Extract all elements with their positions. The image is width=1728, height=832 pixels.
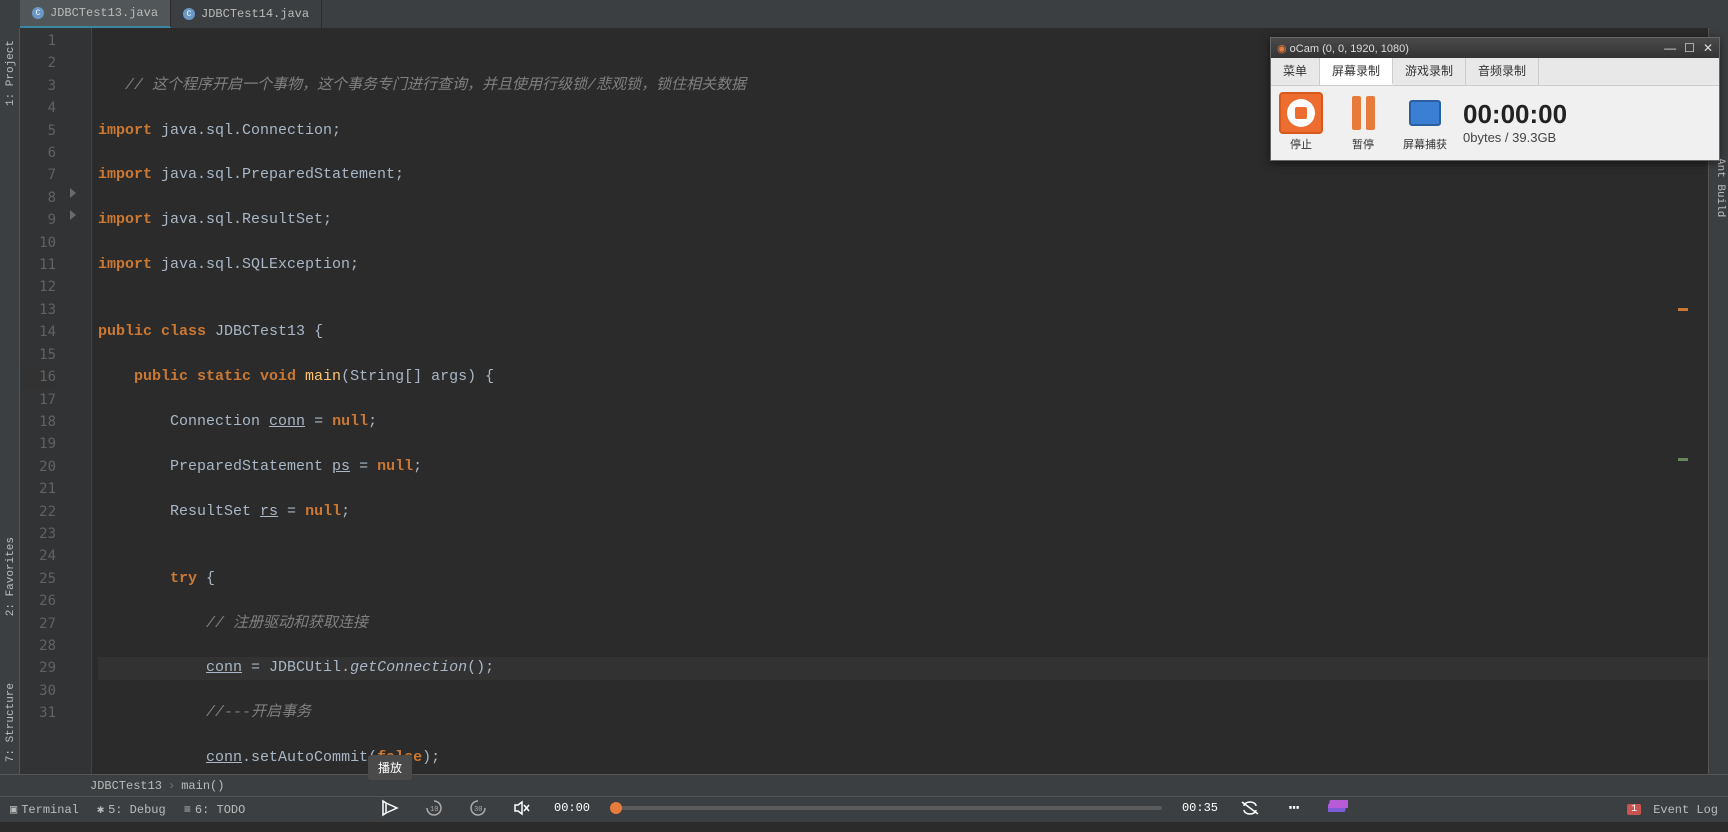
loop-button[interactable] <box>1238 796 1262 820</box>
mute-button[interactable] <box>510 796 534 820</box>
favorites-panel-tab[interactable]: 2: Favorites <box>3 529 19 624</box>
fold-icon[interactable] <box>70 210 76 220</box>
ocam-tab-audio[interactable]: 音频录制 <box>1466 58 1539 85</box>
time-current: 00:00 <box>554 801 590 815</box>
ocam-capture-button[interactable]: 屏幕捕获 <box>1401 90 1449 154</box>
ocam-stop-button[interactable]: 停止 <box>1277 90 1325 154</box>
ocam-titlebar[interactable]: ◉ oCam (0, 0, 1920, 1080) — ☐ ✕ <box>1271 38 1719 58</box>
maximize-icon[interactable]: ☐ <box>1684 41 1695 55</box>
project-panel-tab[interactable]: 1: Project <box>3 32 19 114</box>
progress-thumb[interactable] <box>610 802 622 814</box>
ocam-stop-label: 停止 <box>1290 136 1312 152</box>
ocam-pause-label: 暂停 <box>1352 136 1374 152</box>
time-total: 00:35 <box>1182 801 1218 815</box>
ocam-timer: 00:00:00 0bytes / 39.3GB <box>1463 99 1567 145</box>
ocam-tab-screen[interactable]: 屏幕录制 <box>1320 58 1393 85</box>
minimize-icon[interactable]: — <box>1664 41 1676 55</box>
close-icon[interactable]: ✕ <box>1703 41 1713 55</box>
tab-jdbctest14[interactable]: C JDBCTest14.java <box>171 0 322 28</box>
left-tool-strip: 1: Project 2: Favorites 7: Structure <box>0 28 20 774</box>
editor-tabs: C JDBCTest13.java C JDBCTest14.java <box>0 0 1728 28</box>
ocam-tabs: 菜单 屏幕录制 游戏录制 音频录制 <box>1271 58 1719 86</box>
video-controls: 10 30 00:00 00:35 ⋯ <box>362 784 1366 832</box>
fold-gutter <box>66 28 92 774</box>
svg-text:30: 30 <box>474 806 482 814</box>
progress-bar[interactable] <box>610 806 1162 810</box>
terminal-tab[interactable]: ▣ Terminal <box>10 802 79 817</box>
rewind-10-button[interactable]: 10 <box>422 796 446 820</box>
breadcrumb-class[interactable]: JDBCTest13 <box>90 779 162 793</box>
tab-label: JDBCTest14.java <box>201 7 309 21</box>
ocam-tab-menu[interactable]: 菜单 <box>1271 58 1320 85</box>
ocam-pause-button[interactable]: 暂停 <box>1339 90 1387 154</box>
ocam-tab-game[interactable]: 游戏录制 <box>1393 58 1466 85</box>
screen-icon <box>1403 92 1447 134</box>
ocam-capture-label: 屏幕捕获 <box>1403 136 1447 152</box>
ocam-window[interactable]: ◉ oCam (0, 0, 1920, 1080) — ☐ ✕ 菜单 屏幕录制 … <box>1270 37 1720 161</box>
breadcrumb-separator: › <box>168 779 175 793</box>
app-icon[interactable] <box>1326 796 1350 820</box>
play-button[interactable] <box>378 796 402 820</box>
forward-30-button[interactable]: 30 <box>466 796 490 820</box>
event-count-badge: 1 <box>1627 804 1641 815</box>
fold-icon[interactable] <box>70 188 76 198</box>
tab-jdbctest13[interactable]: C JDBCTest13.java <box>20 0 171 28</box>
todo-tab[interactable]: ≡ 6: TODO <box>184 802 246 817</box>
structure-panel-tab[interactable]: 7: Structure <box>3 675 19 770</box>
pause-icon <box>1341 92 1385 134</box>
java-file-icon: C <box>183 8 195 20</box>
event-log-tab[interactable]: Event Log <box>1653 803 1718 817</box>
stop-icon <box>1279 92 1323 134</box>
line-number-gutter: 1234567891011121314151617181920212223242… <box>20 28 66 774</box>
svg-text:10: 10 <box>430 806 438 814</box>
ant-panel-tab[interactable]: Ant Build <box>1712 150 1728 225</box>
java-file-icon: C <box>32 7 44 19</box>
debug-tab[interactable]: ✱ 5: Debug <box>97 802 166 817</box>
ocam-title-text: oCam (0, 0, 1920, 1080) <box>1290 43 1409 55</box>
more-button[interactable]: ⋯ <box>1282 796 1306 820</box>
ocam-size: 0bytes / 39.3GB <box>1463 130 1567 145</box>
play-tooltip: 播放 <box>368 755 412 780</box>
breadcrumb-method[interactable]: main() <box>181 779 224 793</box>
tab-label: JDBCTest13.java <box>50 6 158 20</box>
